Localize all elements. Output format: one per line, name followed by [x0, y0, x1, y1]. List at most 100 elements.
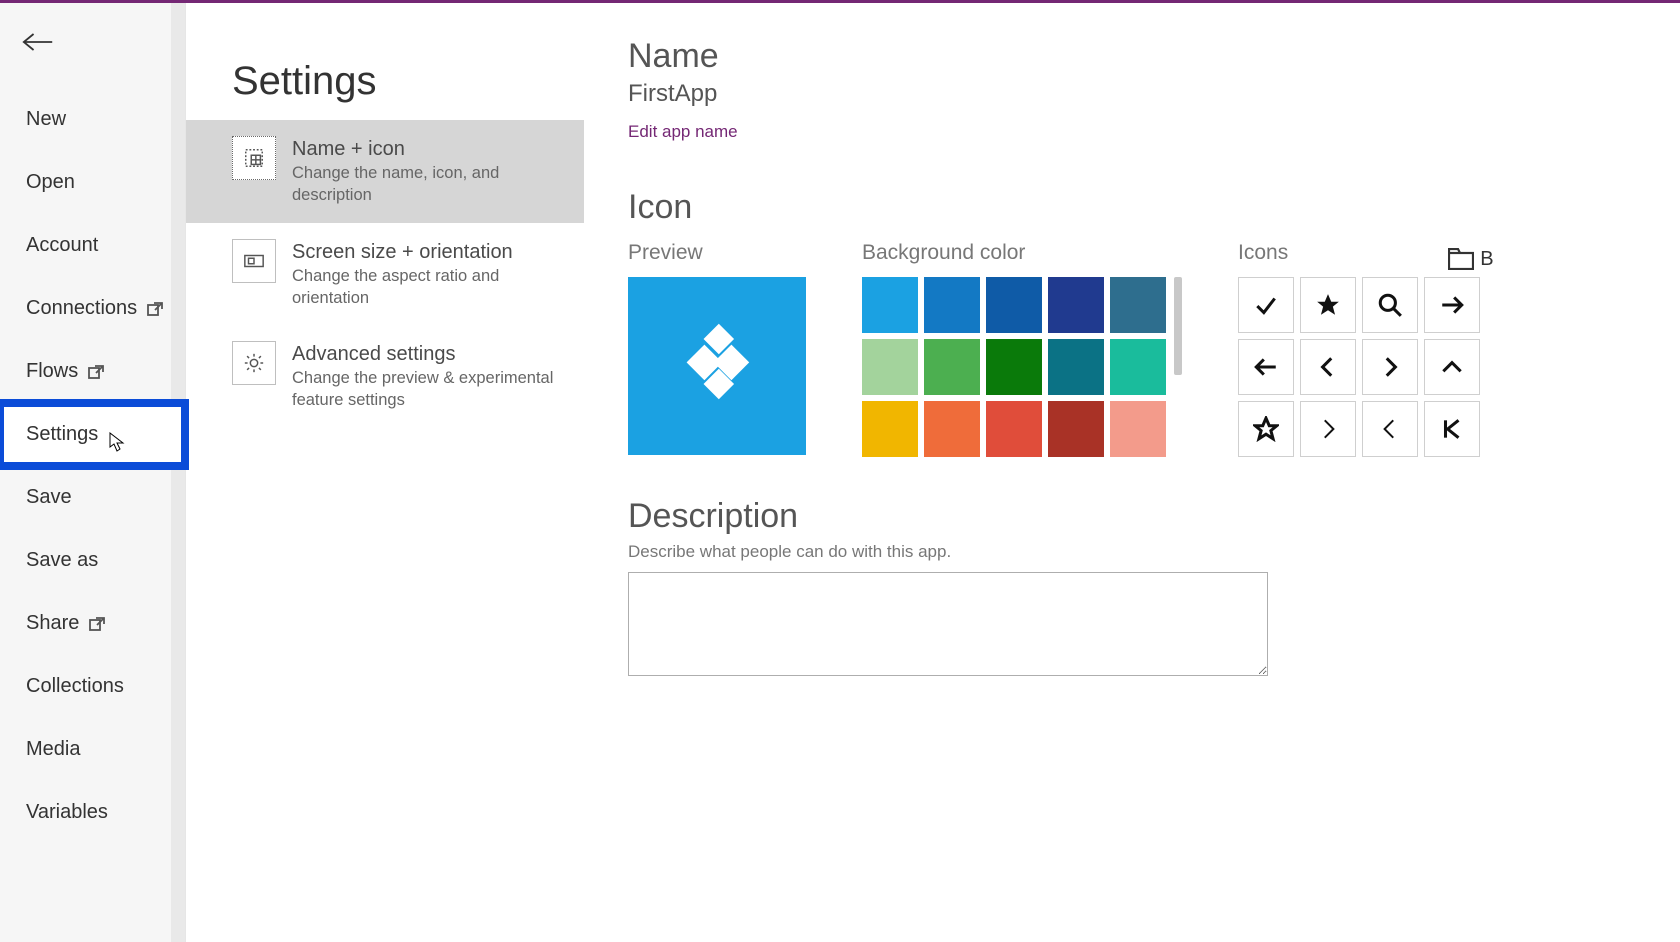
settings-tab-title: Advanced settings: [292, 341, 560, 367]
description-heading: Description: [628, 497, 1680, 536]
sidebar-item-label: Connections: [26, 297, 137, 320]
settings-tab-name-icon[interactable]: Name + iconChange the name, icon, and de…: [186, 120, 584, 223]
settings-tab-screen-size-orientation[interactable]: Screen size + orientationChange the aspe…: [186, 223, 584, 326]
sidebar-item-label: Settings: [26, 423, 98, 446]
color-swatch[interactable]: [862, 339, 918, 395]
sidebar-item-label: Share: [26, 612, 79, 635]
settings-tab-advanced-settings[interactable]: Advanced settingsChange the preview & ex…: [186, 325, 584, 428]
back-button[interactable]: [0, 15, 185, 88]
browse-button[interactable]: B: [1448, 248, 1493, 271]
search-icon-option[interactable]: [1362, 277, 1418, 333]
sidebar-item-media[interactable]: Media: [0, 718, 185, 781]
sidebar-item-open[interactable]: Open: [0, 151, 185, 214]
sidebar-item-flows[interactable]: Flows: [0, 340, 185, 403]
description-hint: Describe what people can do with this ap…: [628, 542, 1680, 562]
folder-icon: [1448, 248, 1474, 270]
bg-color-scrollbar[interactable]: [1174, 277, 1182, 375]
bg-color-column: Background color: [862, 241, 1182, 457]
sidebar-item-label: Save: [26, 486, 72, 509]
external-link-icon: [147, 302, 163, 316]
color-swatch[interactable]: [1048, 401, 1104, 457]
bg-color-label: Background color: [862, 241, 1182, 265]
gear-icon: [232, 341, 276, 385]
sidebar-item-new[interactable]: New: [0, 88, 185, 151]
external-link-icon: [89, 617, 105, 631]
color-swatch[interactable]: [862, 401, 918, 457]
icon-section: Icon Preview Backgro: [628, 188, 1680, 457]
color-swatch[interactable]: [1110, 339, 1166, 395]
sidebar-items: New Open Account Connections Flows Settings Sa…: [0, 88, 185, 844]
icons-column: Icons B: [1238, 241, 1494, 457]
sidebar-item-settings[interactable]: Settings: [0, 403, 185, 466]
color-swatch[interactable]: [986, 401, 1042, 457]
icon-heading: Icon: [628, 188, 1680, 227]
edit-app-name-link[interactable]: Edit app name: [628, 122, 738, 142]
name-section: Name FirstApp Edit app name: [628, 37, 1680, 142]
chevron-left-icon-option[interactable]: [1300, 339, 1356, 395]
sidebar-item-save-as[interactable]: Save as: [0, 529, 185, 592]
sidebar-item-connections[interactable]: Connections: [0, 277, 185, 340]
sidebar-item-label: Collections: [26, 675, 124, 698]
browse-label: B: [1480, 248, 1493, 271]
mouse-cursor-icon: [109, 432, 125, 458]
file-sidebar: New Open Account Connections Flows Settings Sa…: [0, 3, 186, 942]
settings-tab-title: Name + icon: [292, 136, 560, 162]
angle-left-icon-option[interactable]: [1362, 401, 1418, 457]
color-swatch[interactable]: [924, 339, 980, 395]
skip-back-icon-option[interactable]: [1424, 401, 1480, 457]
sidebar-item-share[interactable]: Share: [0, 592, 185, 655]
sidebar-item-label: Open: [26, 171, 75, 194]
app-icon-diamonds: [672, 321, 762, 411]
settings-tab-title: Screen size + orientation: [292, 239, 560, 265]
icons-grid: [1238, 277, 1494, 457]
color-swatch[interactable]: [1110, 277, 1166, 333]
sidebar-item-account[interactable]: Account: [0, 214, 185, 277]
color-swatch[interactable]: [986, 339, 1042, 395]
description-input[interactable]: [628, 572, 1268, 676]
chevron-up-icon-option[interactable]: [1424, 339, 1480, 395]
color-swatch[interactable]: [1048, 277, 1104, 333]
external-link-icon: [88, 365, 104, 379]
star-outline-icon-option[interactable]: [1238, 401, 1294, 457]
app-name-value: FirstApp: [628, 80, 1680, 108]
icon-preview: [628, 277, 806, 455]
settings-tab-desc: Change the preview & experimental featur…: [292, 367, 560, 412]
color-swatch[interactable]: [1048, 339, 1104, 395]
sidebar-item-label: Account: [26, 234, 98, 257]
check-icon-option[interactable]: [1238, 277, 1294, 333]
back-arrow-icon: [22, 31, 54, 53]
angle-right-icon-option[interactable]: [1300, 401, 1356, 457]
preview-label: Preview: [628, 241, 806, 265]
arrow-left-icon-option[interactable]: [1238, 339, 1294, 395]
name-heading: Name: [628, 37, 1680, 76]
sidebar-scroll-up[interactable]: [0, 3, 185, 15]
description-section: Description Describe what people can do …: [628, 497, 1680, 681]
page-title: Settings: [186, 59, 584, 120]
sidebar-item-label: Save as: [26, 549, 98, 572]
sidebar-item-collections[interactable]: Collections: [0, 655, 185, 718]
app-root: New Open Account Connections Flows Settings Sa…: [0, 3, 1680, 942]
settings-tabs-column: Settings Name + iconChange the name, ico…: [186, 3, 584, 942]
color-swatch[interactable]: [924, 401, 980, 457]
name-icon: [232, 136, 276, 180]
color-swatch[interactable]: [924, 277, 980, 333]
sidebar-item-label: Variables: [26, 801, 108, 824]
star-filled-icon-option[interactable]: [1300, 277, 1356, 333]
arrow-right-icon-option[interactable]: [1424, 277, 1480, 333]
bg-color-grid: [862, 277, 1166, 457]
sidebar-item-label: Media: [26, 738, 80, 761]
color-swatch[interactable]: [862, 277, 918, 333]
settings-tab-desc: Change the aspect ratio and orientation: [292, 265, 560, 310]
icons-label: Icons: [1238, 241, 1288, 265]
color-swatch[interactable]: [986, 277, 1042, 333]
color-swatch[interactable]: [1110, 401, 1166, 457]
settings-tab-desc: Change the name, icon, and description: [292, 162, 560, 207]
sidebar-item-label: New: [26, 108, 66, 131]
settings-main-panel: Name FirstApp Edit app name Icon Preview: [584, 3, 1680, 942]
chevron-right-icon-option[interactable]: [1362, 339, 1418, 395]
screen-icon: [232, 239, 276, 283]
settings-tabs-list: Name + iconChange the name, icon, and de…: [186, 120, 584, 428]
sidebar-item-variables[interactable]: Variables: [0, 781, 185, 844]
preview-column: Preview: [628, 241, 806, 457]
sidebar-item-save[interactable]: Save: [0, 466, 185, 529]
